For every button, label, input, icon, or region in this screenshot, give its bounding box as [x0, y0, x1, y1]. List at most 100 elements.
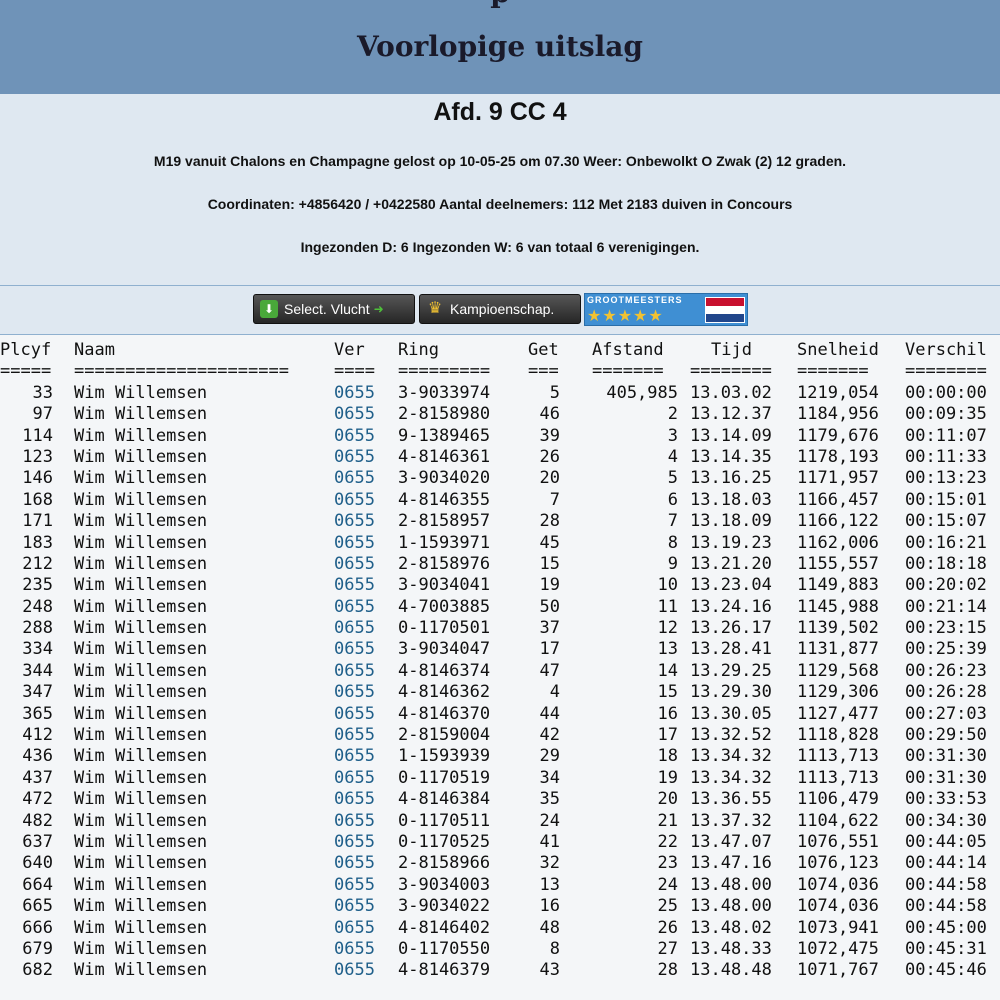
- vereniging-link[interactable]: 0655: [334, 511, 375, 531]
- cell-tijd: 13.48.48: [690, 960, 772, 981]
- cell-verschil: 00:34:30: [905, 810, 987, 831]
- vereniging-link[interactable]: 0655: [334, 404, 375, 424]
- cell-ver-link: 0655: [334, 383, 375, 404]
- vereniging-link[interactable]: 0655: [334, 725, 375, 745]
- vereniging-link[interactable]: 0655: [334, 468, 375, 488]
- download-icon: ⬇: [260, 300, 278, 318]
- cell-verschil: 00:00:00: [905, 382, 987, 403]
- vereniging-link[interactable]: 0655: [334, 939, 375, 959]
- cell-plaats: 171: [22, 511, 53, 532]
- cell-plaats: 482: [22, 810, 53, 831]
- select-vlucht-button[interactable]: ⬇ Select. Vlucht ➜: [253, 294, 415, 324]
- table-row: 682 Wim Willemsen 0655 4-8146379 43 28 13.48.4…: [0, 960, 1000, 981]
- separator-afstand: =======: [592, 361, 664, 382]
- kampioenschap-label: Kampioenschap.: [450, 301, 555, 317]
- cell-ver-link: 0655: [334, 511, 375, 532]
- header-tijd: Tijd: [711, 340, 752, 360]
- vereniging-link[interactable]: 0655: [334, 896, 375, 916]
- cell-verschil: 00:29:50: [905, 725, 987, 746]
- cell-tijd: 13.24.16: [690, 596, 772, 617]
- table-row: 171 Wim Willemsen 0655 2-8158957 28 7 13.18.09…: [0, 511, 1000, 532]
- vereniging-link[interactable]: 0655: [334, 832, 375, 852]
- vereniging-link[interactable]: 0655: [334, 682, 375, 702]
- cell-afstand: 14: [657, 660, 678, 681]
- header-ring: Ring: [398, 340, 439, 360]
- table-row: 679 Wim Willemsen 0655 0-1170550 8 27 13.48.33…: [0, 939, 1000, 960]
- table-row: 472 Wim Willemsen 0655 4-8146384 35 20 13.36.5…: [0, 789, 1000, 810]
- vereniging-link[interactable]: 0655: [334, 383, 375, 403]
- cell-snelheid: 1074,036: [797, 896, 879, 917]
- cell-plaats: 637: [22, 831, 53, 852]
- vereniging-link[interactable]: 0655: [334, 789, 375, 809]
- vereniging-link[interactable]: 0655: [334, 661, 375, 681]
- cell-ver-link: 0655: [334, 661, 375, 682]
- vereniging-link[interactable]: 0655: [334, 575, 375, 595]
- header-naam: Naam: [74, 340, 115, 360]
- cell-ver-link: 0655: [334, 768, 375, 789]
- results-table: Plcyf Naam Ver Ring Get Afstand Tijd Sne…: [0, 340, 1000, 982]
- cell-afstand: 26: [657, 917, 678, 938]
- cell-plaats: 664: [22, 874, 53, 895]
- cell-afstand: 6: [667, 489, 678, 510]
- vereniging-link[interactable]: 0655: [334, 447, 375, 467]
- cell-tijd: 13.29.25: [690, 660, 772, 681]
- vereniging-link[interactable]: 0655: [334, 853, 375, 873]
- cell-verschil: 00:44:14: [905, 853, 987, 874]
- cell-plaats: 472: [22, 789, 53, 810]
- cell-ver-link: 0655: [334, 960, 375, 981]
- cell-get: 48: [539, 917, 560, 938]
- vereniging-link[interactable]: 0655: [334, 618, 375, 638]
- cell-verschil: 00:45:31: [905, 938, 987, 959]
- cell-get: 26: [539, 446, 560, 467]
- table-row: 665 Wim Willemsen 0655 3-9034022 16 25 13.48.0…: [0, 896, 1000, 917]
- cell-ver-link: 0655: [334, 404, 375, 425]
- vereniging-link[interactable]: 0655: [334, 960, 375, 980]
- cell-verschil: 00:21:14: [905, 596, 987, 617]
- cell-tijd: 13.48.00: [690, 874, 772, 895]
- grootmeesters-button[interactable]: GROOTMEESTERS ★★★★★: [584, 293, 748, 326]
- cell-naam: Wim Willemsen: [74, 874, 208, 895]
- cell-snelheid: 1149,883: [797, 575, 879, 596]
- cell-naam: Wim Willemsen: [74, 746, 208, 767]
- cell-ring: 1-1593939: [398, 746, 491, 767]
- cell-tijd: 13.14.09: [690, 425, 772, 446]
- cell-plaats: 114: [22, 425, 53, 446]
- entries-info: Ingezonden D: 6 Ingezonden W: 6 van tota…: [300, 239, 700, 255]
- cell-get: 35: [539, 789, 560, 810]
- stars-icon: ★★★★★: [587, 308, 664, 325]
- vereniging-link[interactable]: 0655: [334, 811, 375, 831]
- kampioenschap-button[interactable]: ♛ Kampioenschap.: [419, 294, 581, 324]
- vereniging-link[interactable]: 0655: [334, 490, 375, 510]
- cell-afstand: 15: [657, 682, 678, 703]
- cell-afstand: 23: [657, 853, 678, 874]
- cell-ring: 4-8146374: [398, 660, 491, 681]
- cell-afstand: 5: [667, 468, 678, 489]
- cell-tijd: 13.37.32: [690, 810, 772, 831]
- vereniging-link[interactable]: 0655: [334, 554, 375, 574]
- vereniging-link[interactable]: 0655: [334, 918, 375, 938]
- table-row: 365 Wim Willemsen 0655 4-8146370 44 16 13.30.0…: [0, 704, 1000, 725]
- cell-naam: Wim Willemsen: [74, 938, 208, 959]
- cell-get: 37: [539, 618, 560, 639]
- cell-plaats: 235: [22, 575, 53, 596]
- vereniging-link[interactable]: 0655: [334, 597, 375, 617]
- cell-ver-link: 0655: [334, 918, 375, 939]
- table-row: 640 Wim Willemsen 0655 2-8158966 32 23 13.47.1…: [0, 853, 1000, 874]
- vereniging-link[interactable]: 0655: [334, 875, 375, 895]
- cell-plaats: 347: [22, 682, 53, 703]
- vereniging-link[interactable]: 0655: [334, 533, 375, 553]
- header-get: Get: [528, 340, 559, 360]
- cell-tijd: 13.30.05: [690, 703, 772, 724]
- vereniging-link[interactable]: 0655: [334, 704, 375, 724]
- cell-tijd: 13.26.17: [690, 618, 772, 639]
- vereniging-link[interactable]: 0655: [334, 639, 375, 659]
- vereniging-link[interactable]: 0655: [334, 426, 375, 446]
- cell-snelheid: 1162,006: [797, 532, 879, 553]
- cell-ver-link: 0655: [334, 939, 375, 960]
- vereniging-link[interactable]: 0655: [334, 768, 375, 788]
- cell-get: 46: [539, 404, 560, 425]
- vereniging-link[interactable]: 0655: [334, 746, 375, 766]
- cell-ring: 4-8146355: [398, 489, 491, 510]
- table-body: 33 Wim Willemsen 0655 3-9033974 5 405,985 13.0…: [0, 383, 1000, 982]
- cell-verschil: 00:44:58: [905, 896, 987, 917]
